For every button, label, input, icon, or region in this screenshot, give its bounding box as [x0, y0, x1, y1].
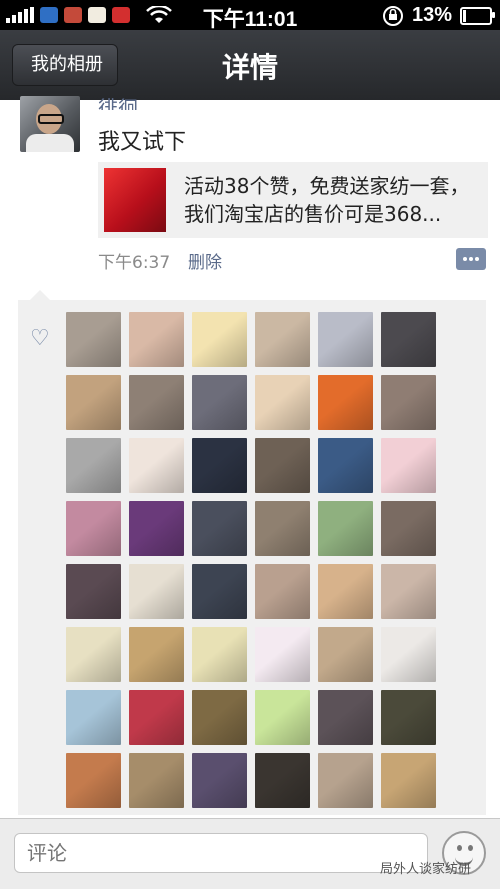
liker-avatar[interactable] — [129, 627, 184, 682]
liker-avatar[interactable] — [381, 564, 436, 619]
shared-link-card[interactable]: 活动38个赞，免费送家纺一套， 我们淘宝店的售价可是368... — [98, 162, 488, 238]
battery-percent: 13% — [411, 4, 452, 26]
liker-avatar[interactable] — [318, 438, 373, 493]
rotation-lock-icon — [382, 5, 403, 26]
battery-level-fill — [463, 9, 466, 22]
liker-avatar[interactable] — [318, 501, 373, 556]
liker-avatar[interactable] — [192, 438, 247, 493]
liker-avatar[interactable] — [381, 375, 436, 430]
liker-avatar[interactable] — [318, 375, 373, 430]
heart-icon: ♡ — [30, 326, 50, 351]
liker-avatar[interactable] — [66, 690, 121, 745]
liker-avatar[interactable] — [66, 438, 121, 493]
shared-link-line-1: 活动38个赞，免费送家纺一套， — [184, 174, 470, 198]
liker-avatar[interactable] — [381, 438, 436, 493]
author-name[interactable]: 徘徊 — [98, 92, 138, 110]
liker-avatar[interactable] — [381, 312, 436, 367]
liker-avatar[interactable] — [129, 438, 184, 493]
nav-bar: 我的相册 详情 — [0, 30, 500, 100]
liker-avatar[interactable] — [192, 753, 247, 808]
status-bar: 下午11:01 13% — [0, 0, 500, 31]
page-title: 详情 — [221, 51, 278, 84]
liker-avatar[interactable] — [129, 501, 184, 556]
liker-avatar[interactable] — [381, 627, 436, 682]
liker-avatar[interactable] — [255, 312, 310, 367]
author-avatar[interactable] — [20, 96, 80, 152]
liker-avatar[interactable] — [129, 690, 184, 745]
liker-avatar[interactable] — [129, 564, 184, 619]
liker-avatar[interactable] — [192, 690, 247, 745]
liker-avatar[interactable] — [318, 753, 373, 808]
liker-avatar[interactable] — [381, 690, 436, 745]
liker-avatar[interactable] — [66, 312, 121, 367]
liker-avatar[interactable] — [192, 501, 247, 556]
post-text: 我又试下 — [98, 130, 187, 155]
liker-avatar[interactable] — [129, 312, 184, 367]
liker-avatar[interactable] — [66, 627, 121, 682]
liker-avatar[interactable] — [255, 690, 310, 745]
liker-avatar[interactable] — [129, 375, 184, 430]
liker-avatar[interactable] — [192, 375, 247, 430]
liker-avatar[interactable] — [255, 627, 310, 682]
comment-input[interactable] — [14, 833, 428, 873]
liker-avatar[interactable] — [318, 627, 373, 682]
liker-avatar[interactable] — [192, 627, 247, 682]
liker-avatar[interactable] — [66, 753, 121, 808]
liker-avatar[interactable] — [318, 312, 373, 367]
watermark-text: 局外人谈家纺研 — [380, 862, 472, 877]
likes-panel: ♡ — [18, 290, 486, 815]
liker-avatar[interactable] — [66, 564, 121, 619]
likes-avatar-grid — [66, 312, 436, 808]
liker-avatar[interactable] — [129, 753, 184, 808]
delete-link[interactable]: 删除 — [188, 248, 222, 273]
status-right-icons: 13% — [382, 4, 495, 27]
liker-avatar[interactable] — [66, 501, 121, 556]
comment-menu-icon[interactable] — [456, 248, 486, 270]
liker-avatar[interactable] — [381, 501, 436, 556]
post-time: 下午6:37 — [98, 253, 171, 273]
liker-avatar[interactable] — [255, 564, 310, 619]
liker-avatar[interactable] — [66, 375, 121, 430]
liker-avatar[interactable] — [255, 501, 310, 556]
liker-avatar[interactable] — [192, 564, 247, 619]
liker-avatar[interactable] — [381, 753, 436, 808]
battery-icon — [460, 6, 495, 25]
liker-avatar[interactable] — [255, 438, 310, 493]
liker-avatar[interactable] — [255, 375, 310, 430]
shared-link-line-2: 我们淘宝店的售价可是368... — [184, 202, 442, 226]
liker-avatar[interactable] — [318, 564, 373, 619]
liker-avatar[interactable] — [318, 690, 373, 745]
shared-link-thumbnail — [104, 168, 166, 232]
comment-bar — [0, 818, 500, 889]
shared-link-text: 活动38个赞，免费送家纺一套， 我们淘宝店的售价可是368... — [184, 172, 484, 228]
liker-avatar[interactable] — [255, 753, 310, 808]
liker-avatar[interactable] — [192, 312, 247, 367]
